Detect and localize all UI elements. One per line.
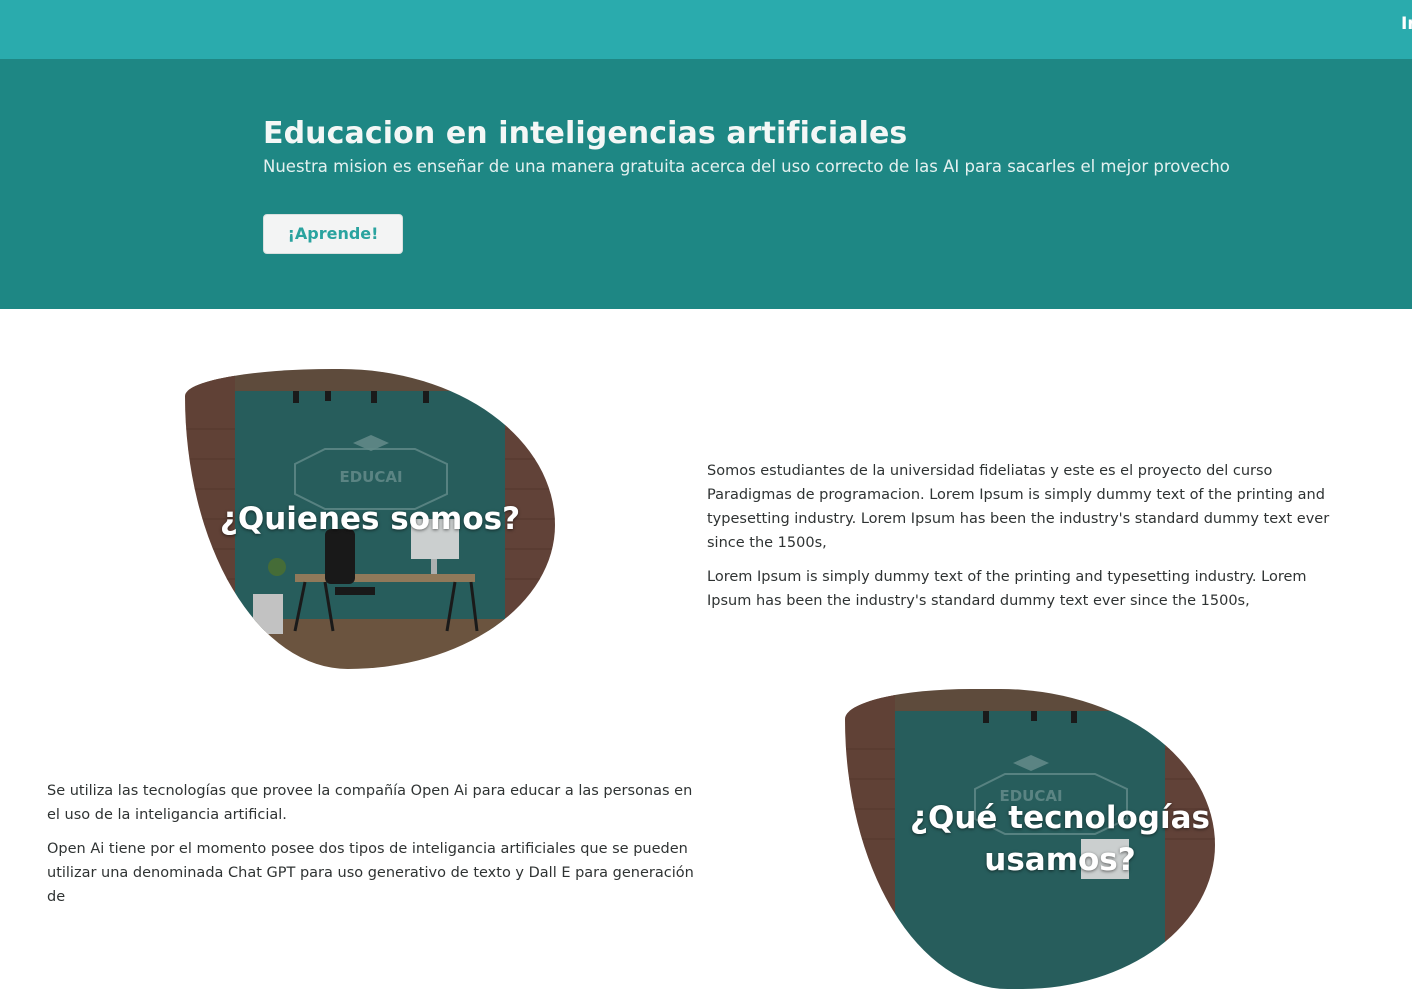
learn-button[interactable]: ¡Aprende! <box>263 214 403 254</box>
tech-paragraph-1: Se utiliza las tecnologías que provee la… <box>47 783 693 823</box>
hero-title: Educacion en inteligencias artificiales <box>263 116 908 151</box>
tech-heading: ¿Qué tecnologías usamos? <box>910 800 1210 878</box>
tech-paragraph-2: Open Ai tiene por el momento posee dos t… <box>47 841 694 905</box>
about-heading: ¿Quienes somos? <box>219 501 521 537</box>
about-image-blob: EDUCAI ¿Quienes somos? <box>185 369 555 669</box>
nav-link[interactable]: In <box>1401 14 1412 34</box>
hero-section <box>0 59 1412 309</box>
hero-subtitle: Nuestra mision es enseñar de una manera … <box>263 157 1230 176</box>
about-paragraph-1: Somos estudiantes de la universidad fide… <box>707 463 1330 551</box>
about-text: Somos estudiantes de la universidad fide… <box>707 459 1347 623</box>
tech-text: Se utiliza las tecnologías que provee la… <box>47 779 697 919</box>
top-navbar: In <box>0 0 1412 59</box>
about-paragraph-2: Lorem Ipsum is simply dummy text of the … <box>707 569 1307 609</box>
tech-image-blob: EDUCAI ¿Qué tecnologías usamos? <box>845 689 1215 989</box>
